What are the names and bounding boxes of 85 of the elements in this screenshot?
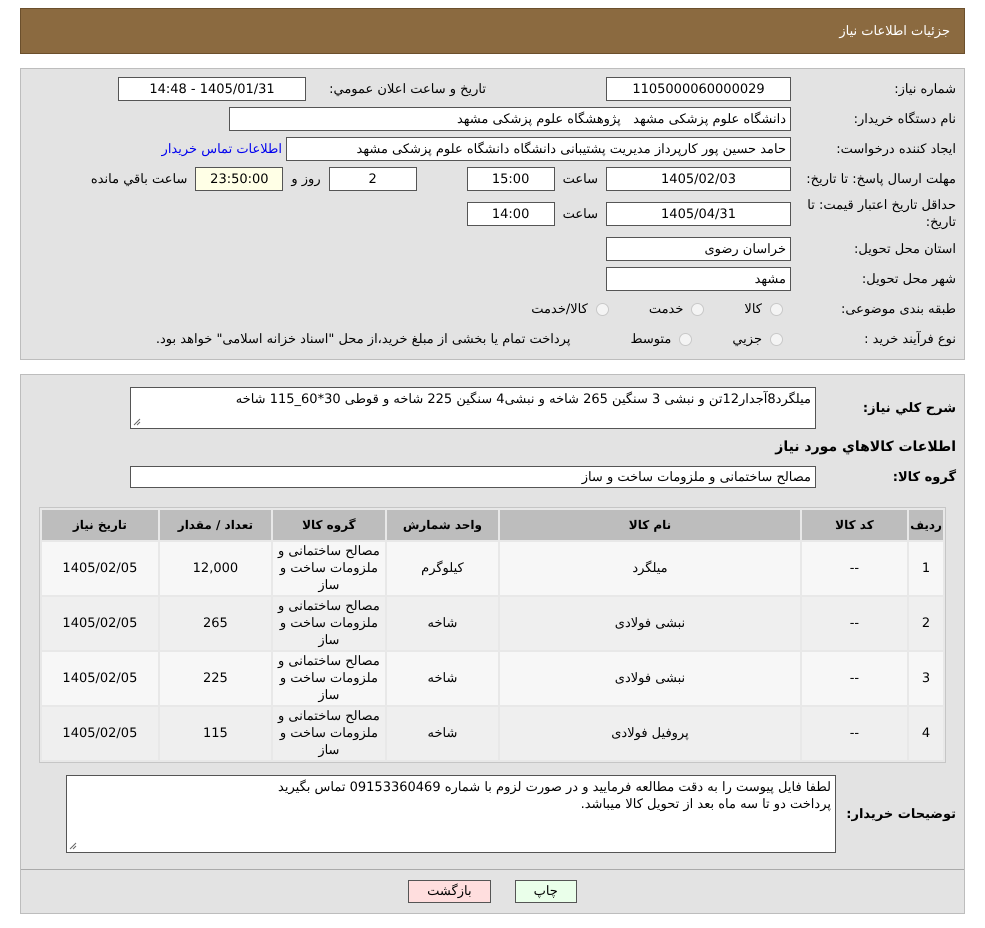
field-label: حداقل تاریخ اعتبار قیمت: تا تاریخ:: [806, 197, 956, 231]
field-label: گروه کالا:: [892, 468, 956, 486]
table-cell: 1405/02/05: [42, 707, 158, 760]
radio-button[interactable]: [770, 302, 783, 316]
field-label: نام دستگاه خریدار:: [852, 110, 956, 128]
column-header: نام کالا: [500, 510, 800, 540]
radio-button[interactable]: [596, 302, 609, 316]
option-label: کالا/خدمت: [531, 302, 588, 316]
field-label: استان محل تحویل:: [853, 240, 956, 258]
table-cell: 225: [160, 652, 272, 705]
field-label: شهر محل تحویل:: [860, 270, 956, 288]
payment-note: پرداخت تمام یا بخشی از مبلغ خرید،از محل "اسناد خزانه اسلامی" خواهد بود.: [156, 332, 570, 346]
requester-field: حامد حسین پور کارپرداز مدیریت پشتیبانی دانشگاه دانشگاه علوم پزشکی مشهد: [286, 137, 791, 161]
radio-button[interactable]: [679, 332, 692, 346]
table-cell: نبشی فولادی: [500, 597, 800, 650]
field-label: شماره نیاز:: [893, 80, 956, 98]
table-cell: 2: [909, 597, 943, 650]
table-cell: --: [802, 597, 908, 650]
table-cell: 3: [909, 652, 943, 705]
resize-grip-icon: [69, 842, 77, 850]
option-label: جزيي: [732, 332, 762, 346]
option-label: متوسط: [630, 332, 672, 346]
option-label: خدمت: [648, 302, 684, 316]
table-cell: مصالح ساختمانی و ملزومات ساخت و ساز: [273, 597, 385, 650]
table-cell: 12,000: [160, 542, 272, 595]
table-cell: میلگرد: [500, 542, 800, 595]
table-cell: 1405/02/05: [42, 652, 158, 705]
column-header: تعداد / مقدار: [160, 510, 272, 540]
deadline-date-field: 1405/02/03: [606, 167, 791, 191]
field-label: توضیحات خریدار:: [845, 806, 956, 822]
table-cell: پروفیل فولادی: [500, 707, 800, 760]
table-cell: 1405/02/05: [42, 597, 158, 650]
column-header: گروه کالا: [273, 510, 385, 540]
section-heading: اطلاعات کالاهاي مورد نياز: [774, 438, 956, 457]
buyer-contact-link[interactable]: اطلاعات تماس خریدار: [162, 142, 282, 156]
radio-button[interactable]: [691, 302, 704, 316]
remaining-label: ساعت باقي مانده: [90, 172, 188, 186]
table-cell: 115: [160, 707, 272, 760]
column-header: ردیف: [909, 510, 943, 540]
buyer-name-field: دانشگاه علوم پزشکی مشهد پژوهشگاه علوم پزشکی مشهد: [229, 107, 791, 131]
column-header: واحد شمارش: [386, 510, 498, 540]
city-field: مشهد: [606, 267, 791, 291]
province-field: خراسان رضوی: [606, 237, 791, 261]
field-label: تاریخ و ساعت اعلان عمومي:: [328, 80, 487, 98]
table-cell: --: [802, 542, 908, 595]
page-title: جزئیات اطلاعات نیاز: [839, 24, 950, 38]
field-label: نوع فرآیند خرید :: [863, 330, 956, 348]
table-cell: --: [802, 652, 908, 705]
table-cell: نبشی فولادی: [500, 652, 800, 705]
goods-group-field: مصالح ساختمانی و ملزومات ساخت و ساز: [130, 466, 816, 488]
need-number-field: 1105000060000029: [606, 77, 791, 101]
option-label: کالا: [744, 302, 762, 316]
table-cell: شاخه: [386, 707, 498, 760]
time-label: ساعت: [562, 172, 598, 186]
deadline-time-field: 15:00: [466, 167, 555, 191]
field-label: طبقه بندی موضوعی:: [840, 300, 956, 318]
buyer-notes-textarea: لطفا فایل پیوست را به دقت مطالعه فرمایید و در صورت لزوم با شماره 09153360469 تماس بگیرید پرداخت دو تا سه ماه بعد از تحویل کالا میباشد.: [66, 775, 836, 853]
column-header: تاریخ نیاز: [42, 510, 158, 540]
days-field: 2: [328, 167, 417, 191]
table-cell: مصالح ساختمانی و ملزومات ساخت و ساز: [273, 542, 385, 595]
time-label: ساعت: [562, 206, 598, 222]
days-label: روز و: [291, 172, 321, 186]
table-cell: مصالح ساختمانی و ملزومات ساخت و ساز: [273, 707, 385, 760]
validity-time-field: 14:00: [466, 202, 555, 226]
table-cell: شاخه: [386, 597, 498, 650]
table-cell: --: [802, 707, 908, 760]
back-button[interactable]: بازگشت: [408, 880, 491, 903]
table-cell: کیلوگرم: [386, 542, 498, 595]
table-cell: 1405/02/05: [42, 542, 158, 595]
radio-button[interactable]: [770, 332, 783, 346]
field-label: شرح کلي نياز:: [862, 400, 956, 416]
table-cell: مصالح ساختمانی و ملزومات ساخت و ساز: [273, 652, 385, 705]
print-button[interactable]: چاپ: [514, 880, 577, 903]
summary-textarea: میلگرد8آجدار12تن و نبشی 3 سنگین 265 شاخه و نبشی4 سنگین 225 شاخه و قوطی 30*60_115 شاخه: [130, 387, 816, 429]
field-label: مهلت ارسال پاسخ: تا تاریخ:: [805, 170, 956, 188]
table-cell: شاخه: [386, 652, 498, 705]
field-label: ایجاد کننده درخواست:: [835, 140, 956, 158]
resize-grip-icon: [133, 418, 141, 426]
remaining-time-field: 23:50:00: [195, 167, 284, 191]
announce-date-field: 1405/01/31 - 14:48: [118, 77, 306, 101]
column-header: کد کالا: [802, 510, 908, 540]
table-cell: 4: [909, 707, 943, 760]
validity-date-field: 1405/04/31: [606, 202, 791, 226]
table-cell: 1: [909, 542, 943, 595]
table-cell: 265: [160, 597, 272, 650]
